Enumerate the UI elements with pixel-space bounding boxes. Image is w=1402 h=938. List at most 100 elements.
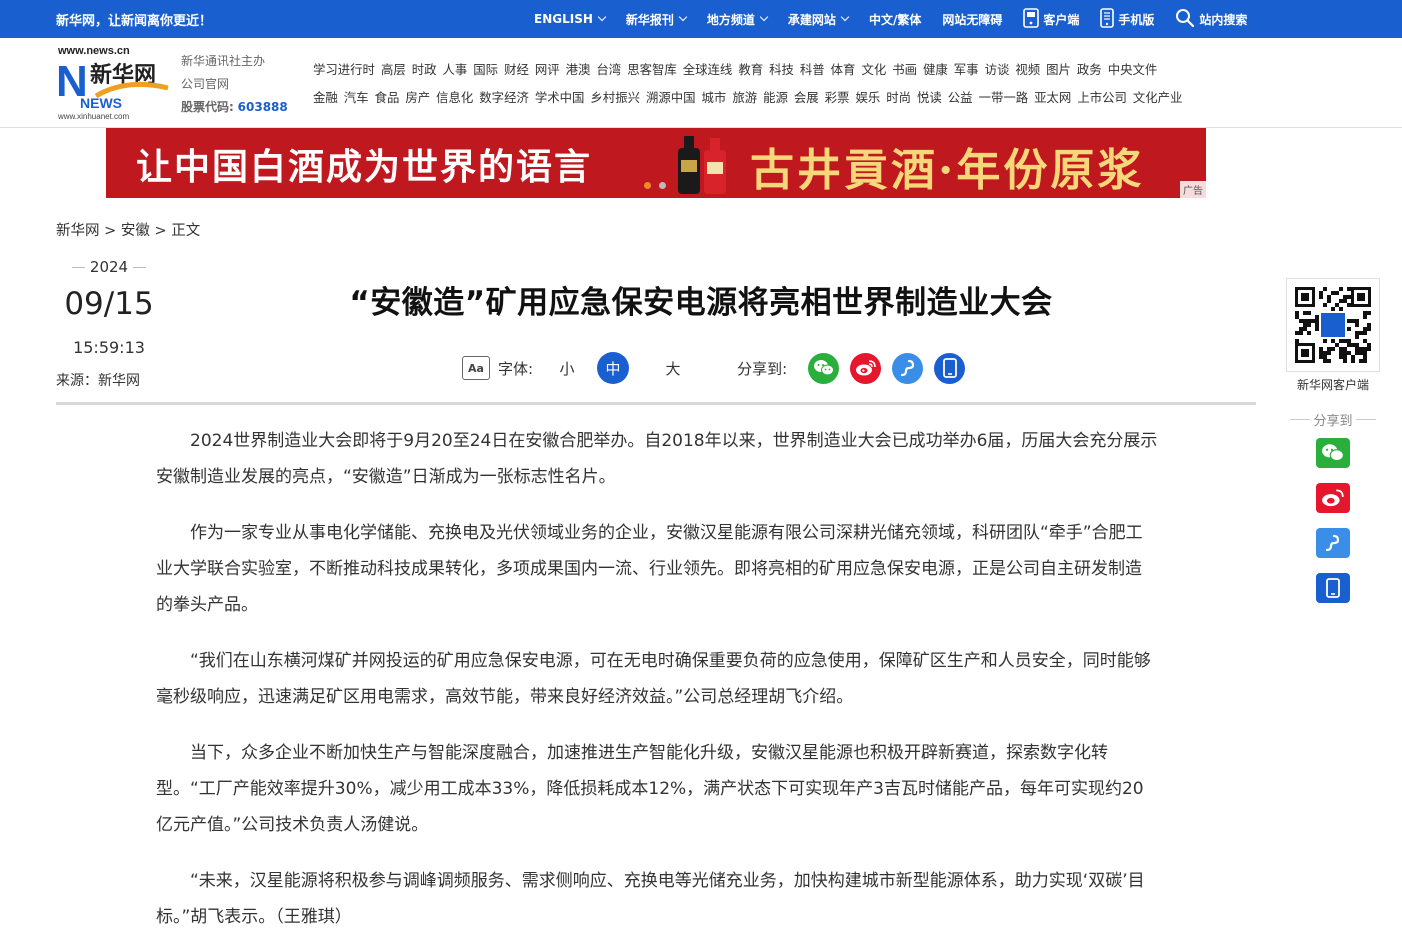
channel-nav-item[interactable]: 食品 — [375, 88, 400, 116]
channel-nav-item[interactable]: 台湾 — [596, 60, 621, 88]
top-nav-app[interactable]: 客户端 — [1023, 7, 1079, 31]
rail-share-wechat-button[interactable] — [1316, 438, 1350, 468]
top-nav-mobile[interactable]: 手机版 — [1100, 7, 1154, 31]
carousel-dot[interactable] — [644, 182, 651, 189]
rail-share-weibo-button[interactable] — [1316, 483, 1350, 513]
org-line1: 新华通讯社主办 — [181, 54, 266, 68]
top-nav-label: 新华报刊 — [625, 12, 674, 27]
breadcrumb-home[interactable]: 新华网 — [56, 223, 100, 239]
channel-nav-item[interactable]: 房产 — [405, 88, 430, 116]
font-size-medium-button[interactable]: 中 — [597, 352, 630, 384]
channel-nav-item[interactable]: 信息化 — [436, 88, 473, 116]
channel-nav-row-2: 金融 汽车 食品 房产 信息化 数字经济 学术中国 乡村振兴 溯源中国 城市 旅游 能源 会展 彩票 娱乐时… — [313, 88, 1263, 116]
mobile-icon — [942, 358, 957, 378]
channel-nav-item[interactable]: 教育 — [738, 60, 763, 88]
channel-nav-item[interactable]: 体育 — [831, 60, 856, 88]
top-nav-accessibility[interactable]: 网站无障碍 — [942, 11, 1002, 28]
channel-nav-item[interactable]: 文化 — [861, 60, 886, 88]
banner-ad[interactable]: 让中国白酒成为世界的语言 古井貢酒·年份原浆 ® 广告 — [106, 128, 1206, 198]
org-line2[interactable]: 公司官网 — [181, 73, 288, 96]
rail-share-link-button[interactable] — [1316, 528, 1350, 558]
qr-module — [1323, 287, 1327, 291]
carousel-dot[interactable] — [659, 182, 666, 189]
channel-nav-item[interactable]: 财经 — [504, 60, 529, 88]
channel-nav-item[interactable]: 国际 — [473, 60, 498, 88]
channel-nav-item[interactable]: 科技 — [769, 60, 794, 88]
channel-nav-item[interactable]: 旅游 — [732, 88, 757, 116]
qr-module — [1363, 339, 1367, 343]
mobile-icon — [1100, 7, 1115, 31]
font-size-small-button[interactable]: 小 — [551, 352, 583, 384]
article-paragraph: 作为一家专业从事电化学储能、充换电及光伏领域业务的企业，安徽汉星能源有限公司深耕… — [156, 523, 1143, 615]
channel-nav-item[interactable]: 城市 — [702, 88, 727, 116]
stock-code[interactable]: 603888 — [238, 100, 288, 114]
font-size-large-button[interactable]: 大 — [657, 352, 689, 384]
article-paragraph: 当下，众多企业不断加快生产与智能深度融合，加速推进生产智能化升级，安徽汉星能源也… — [156, 743, 1144, 835]
article-tools: Aa 字体: 小 中 大 分享到: — [462, 352, 966, 384]
channel-nav-item[interactable]: 汽车 — [344, 88, 369, 116]
channel-nav-item[interactable]: 亚太网 — [1034, 88, 1071, 116]
channel-nav-item[interactable]: 学习进行时 — [313, 60, 375, 88]
channel-nav-item[interactable]: 中央文件 — [1108, 60, 1158, 88]
channel-nav-item[interactable]: 数字经济 — [479, 88, 529, 116]
breadcrumb-separator: > — [104, 223, 117, 239]
qr-module — [1367, 347, 1371, 351]
channel-nav-item[interactable]: 会展 — [794, 88, 819, 116]
channel-nav-item[interactable]: 金融 — [313, 88, 338, 116]
rail-share-mobile-button[interactable] — [1316, 573, 1350, 603]
weibo-icon — [855, 360, 876, 376]
top-nav-local[interactable]: 地方频道 — [707, 11, 769, 28]
channel-nav-item[interactable]: 一带一路 — [979, 88, 1029, 116]
channel-nav-item[interactable]: 彩票 — [825, 88, 850, 116]
channel-nav-item[interactable]: 网评 — [535, 60, 560, 88]
channel-nav-item[interactable]: 书画 — [892, 60, 917, 88]
channel-nav-item[interactable]: 乡村振兴 — [590, 88, 640, 116]
share-mobile-button[interactable] — [934, 352, 966, 384]
top-nav-traditional[interactable]: 中文/繁体 — [869, 11, 921, 28]
ad-tag: 广告 — [1180, 181, 1206, 198]
channel-nav-item[interactable]: 文化产业 — [1133, 88, 1183, 116]
channel-nav-item[interactable]: 科普 — [800, 60, 825, 88]
channel-nav-item[interactable]: 港澳 — [566, 60, 591, 88]
channel-nav-item[interactable]: 思客智库 — [627, 60, 677, 88]
channel-nav-item[interactable]: 学术中国 — [535, 88, 585, 116]
channel-nav-item[interactable]: 公益 — [948, 88, 973, 116]
share-weibo-button[interactable] — [850, 352, 882, 384]
link-icon — [900, 359, 914, 377]
channel-nav-item[interactable]: 娱乐 — [855, 88, 880, 116]
channel-nav-item[interactable]: 军事 — [954, 60, 979, 88]
channel-nav-item[interactable]: 全球连线 — [683, 60, 733, 88]
top-nav-sites[interactable]: 承建网站 — [788, 11, 850, 28]
top-nav-english[interactable]: ENGLISH — [534, 12, 607, 26]
channel-nav-item[interactable]: 健康 — [923, 60, 948, 88]
banner-text-left: 让中国白酒成为世界的语言 — [136, 146, 593, 188]
share-wechat-button[interactable] — [808, 352, 840, 384]
qr-module — [1295, 315, 1299, 319]
channel-nav-item[interactable]: 政务 — [1077, 60, 1102, 88]
share-link-button[interactable] — [892, 352, 924, 384]
qr-module — [1339, 299, 1343, 303]
channel-nav-item[interactable]: 时尚 — [886, 88, 911, 116]
channel-nav-item[interactable]: 溯源中国 — [646, 88, 696, 116]
qr-module — [1347, 343, 1351, 347]
channel-nav-item[interactable]: 高层 — [381, 60, 406, 88]
channel-nav-item[interactable]: 上市公司 — [1077, 88, 1127, 116]
xinhua-logo[interactable]: www.news.cn N 新华网 NEWS www.xinhuanet.com — [56, 44, 170, 121]
qr-module — [1359, 351, 1363, 355]
channel-nav-item[interactable]: 悦读 — [917, 88, 942, 116]
top-nav-newspapers[interactable]: 新华报刊 — [625, 11, 688, 28]
breadcrumb-anhui[interactable]: 安徽 — [121, 223, 150, 239]
channel-nav-item[interactable]: 视频 — [1015, 60, 1040, 88]
channel-nav-item[interactable]: 访谈 — [985, 60, 1010, 88]
stock-info: 股票代码: 603888 — [181, 96, 288, 119]
font-label: 字体: — [498, 359, 534, 378]
qr-module — [1367, 343, 1371, 347]
rail-share-label: 分享到 — [1286, 410, 1380, 429]
qr-module — [1347, 295, 1351, 299]
qr-module — [1315, 315, 1319, 319]
channel-nav-item[interactable]: 人事 — [443, 60, 468, 88]
top-nav-search[interactable]: 站内搜索 — [1175, 8, 1247, 31]
channel-nav-item[interactable]: 图片 — [1046, 60, 1071, 88]
channel-nav-item[interactable]: 能源 — [763, 88, 788, 116]
channel-nav-item[interactable]: 时政 — [412, 60, 437, 88]
